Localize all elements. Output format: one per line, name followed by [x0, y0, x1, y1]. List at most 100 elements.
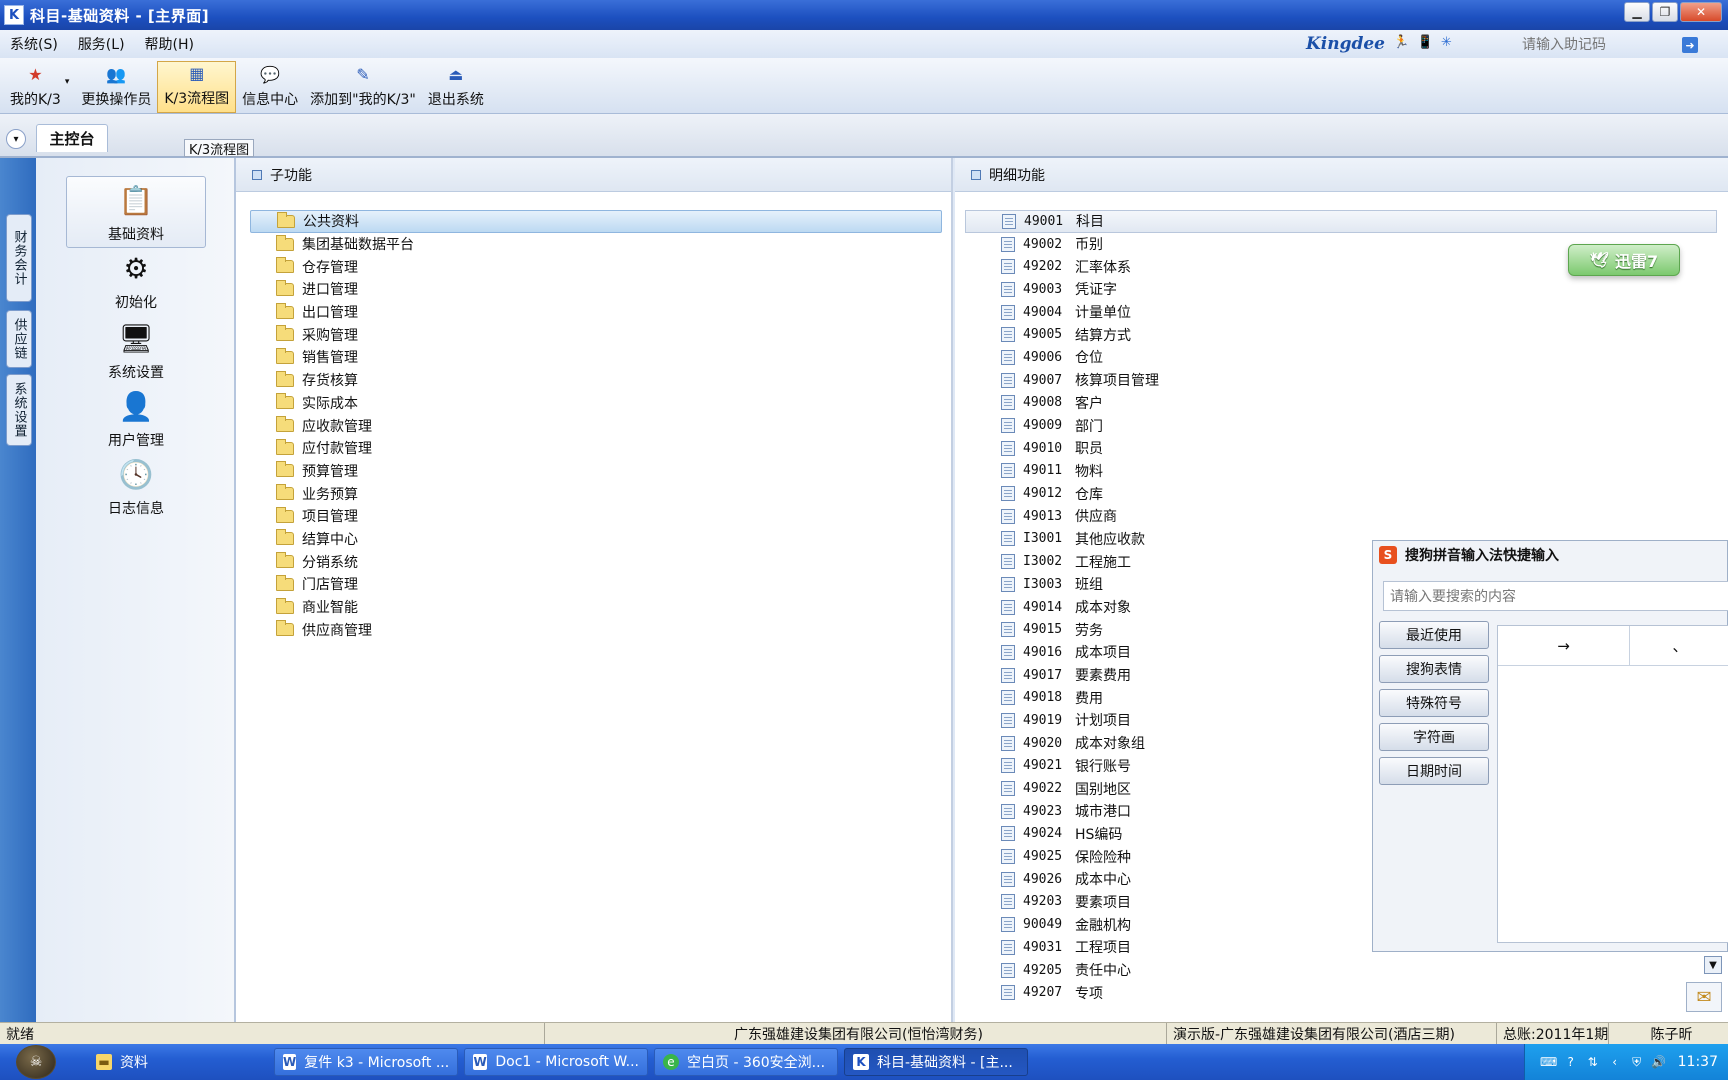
taskbar-item-word-copy[interactable]: W 复件 k3 - Microsoft ... — [274, 1048, 458, 1076]
symbol-cell[interactable]: 、 — [1630, 626, 1728, 666]
shield-icon[interactable]: ⛨ — [1630, 1055, 1644, 1069]
switch-operator-button[interactable]: 👥 更换操作员 — [75, 61, 157, 113]
mail-icon[interactable]: ✉ — [1686, 982, 1722, 1012]
sub-function-item[interactable]: 分销系统 — [250, 550, 942, 573]
sub-function-item[interactable]: 采购管理 — [250, 323, 942, 346]
k3-flowchart-button[interactable]: ▦ K/3流程图 — [157, 61, 237, 113]
menu-system[interactable]: 系统(S) — [0, 34, 68, 54]
detail-function-item[interactable]: 49007 核算项目管理 — [965, 369, 1717, 392]
detail-function-item[interactable]: 49013 供应商 — [965, 505, 1717, 528]
k3-app-icon[interactable]: K — [4, 5, 24, 25]
detail-function-item[interactable]: 49205 责任中心 — [965, 959, 1717, 982]
module-user-management[interactable]: 👤 用户管理 — [66, 386, 206, 450]
dropdown-arrow-icon[interactable]: ▾ — [65, 77, 70, 87]
detail-function-name: 部门 — [1075, 418, 1103, 435]
sogou-search-input[interactable]: 请输入要搜索的内容 — [1383, 581, 1728, 611]
detail-function-item[interactable]: 49207 专项 — [965, 981, 1717, 1004]
document-icon — [1001, 826, 1015, 842]
add-to-my-k3-button[interactable]: ✎ 添加到"我的K/3" — [304, 61, 422, 113]
detail-function-name: 成本对象组 — [1075, 736, 1145, 753]
taskbar-item-folder[interactable]: ▬ 资料 — [88, 1048, 268, 1076]
minimize-button[interactable]: ▁ — [1624, 2, 1650, 22]
go-arrow-icon[interactable]: ➜ — [1682, 37, 1698, 53]
sub-function-item[interactable]: 实际成本 — [250, 392, 942, 415]
tab-list-dropdown-icon[interactable]: ▾ — [6, 129, 26, 149]
menu-help[interactable]: 帮助(H) — [135, 34, 204, 54]
detail-function-item[interactable]: 49012 仓库 — [965, 482, 1717, 505]
sub-function-label: 应收款管理 — [302, 418, 372, 435]
sogou-recent-button[interactable]: 最近使用 — [1379, 621, 1489, 649]
chevron-left-icon[interactable]: ‹ — [1608, 1055, 1622, 1069]
sub-function-item[interactable]: 供应商管理 — [250, 618, 942, 641]
symbol-cell[interactable]: → — [1498, 626, 1630, 666]
exit-system-button[interactable]: ⏏ 退出系统 — [422, 61, 490, 113]
network-icon[interactable]: ⇅ — [1586, 1055, 1600, 1069]
volume-icon[interactable]: 🔊 — [1651, 1055, 1666, 1069]
sub-function-item[interactable]: 商业智能 — [250, 596, 942, 619]
taskbar-item-word-doc1[interactable]: W Doc1 - Microsoft W... — [464, 1048, 648, 1076]
sub-function-item[interactable]: 公共资料 — [250, 210, 942, 233]
document-icon — [1001, 463, 1015, 479]
detail-function-item[interactable]: 49008 客户 — [965, 392, 1717, 415]
sogou-char-art-button[interactable]: 字符画 — [1379, 723, 1489, 751]
sub-function-item[interactable]: 业务预算 — [250, 482, 942, 505]
sub-function-item[interactable]: 销售管理 — [250, 346, 942, 369]
module-log-info[interactable]: 🕓 日志信息 — [66, 454, 206, 518]
sub-function-item[interactable]: 出口管理 — [250, 301, 942, 324]
keyboard-icon[interactable]: ⌨ — [1540, 1055, 1557, 1069]
detail-function-item[interactable]: 49006 仓位 — [965, 346, 1717, 369]
scroll-down-arrow-icon[interactable]: ▼ — [1704, 956, 1722, 974]
add-to-my-k3-label: 添加到"我的K/3" — [310, 92, 416, 108]
folder-icon: ▬ — [96, 1054, 112, 1070]
detail-function-name: 工程施工 — [1075, 554, 1131, 571]
vtab-finance[interactable]: 财务会计 — [6, 214, 32, 302]
detail-function-name: 核算项目管理 — [1075, 373, 1159, 390]
sogou-special-symbol-button[interactable]: 特殊符号 — [1379, 689, 1489, 717]
detail-function-item[interactable]: 49009 部门 — [965, 414, 1717, 437]
word-icon: W — [473, 1054, 488, 1070]
help-icon[interactable]: ? — [1564, 1055, 1578, 1069]
sub-function-item[interactable]: 项目管理 — [250, 505, 942, 528]
tab-main-console[interactable]: 主控台 — [36, 124, 108, 152]
start-button[interactable]: ☠ — [0, 1044, 72, 1080]
vtab-system-settings[interactable]: 系统设置 — [6, 374, 32, 446]
detail-function-item[interactable]: 49001 科目 — [965, 210, 1717, 233]
sub-function-item[interactable]: 预算管理 — [250, 460, 942, 483]
mnemonic-input[interactable] — [1522, 35, 1682, 55]
detail-function-code: 49008 — [1023, 395, 1063, 411]
sub-function-item[interactable]: 仓存管理 — [250, 255, 942, 278]
taskbar-item-360-browser[interactable]: e 空白页 - 360安全浏... — [654, 1048, 838, 1076]
module-basic-data[interactable]: 📋 基础资料 — [66, 176, 206, 248]
close-button[interactable]: ✕ — [1680, 2, 1722, 22]
person-icon[interactable]: 🏃 — [1393, 35, 1409, 53]
sub-function-item[interactable]: 应付款管理 — [250, 437, 942, 460]
menu-service[interactable]: 服务(L) — [68, 34, 135, 54]
vtab-supply-chain[interactable]: 供应链 — [6, 310, 32, 368]
sub-function-item[interactable]: 应收款管理 — [250, 414, 942, 437]
my-k3-button[interactable]: ★ 我的K/3 ▾ — [4, 61, 75, 113]
module-system-settings[interactable]: 🖥 系统设置 — [66, 318, 206, 382]
taskbar-item-k3[interactable]: K 科目-基础资料 - [主... — [844, 1048, 1028, 1076]
module-initialize[interactable]: ⚙ 初始化 — [66, 248, 206, 312]
phone-icon[interactable]: 📱 — [1417, 35, 1433, 53]
sogou-datetime-button[interactable]: 日期时间 — [1379, 757, 1489, 785]
sub-function-item[interactable]: 存货核算 — [250, 369, 942, 392]
sub-function-item[interactable]: 结算中心 — [250, 528, 942, 551]
folder-icon — [276, 438, 294, 455]
sub-function-item[interactable]: 门店管理 — [250, 573, 942, 596]
detail-function-item[interactable]: 49011 物料 — [965, 460, 1717, 483]
sogou-emoticon-button[interactable]: 搜狗表情 — [1379, 655, 1489, 683]
sogou-header: S 搜狗拼音输入法快捷输入 — [1373, 541, 1727, 569]
xunlei-float-badge[interactable]: 🕊 迅雷7 — [1568, 244, 1680, 276]
folder-icon — [276, 620, 294, 637]
detail-function-item[interactable]: 49003 凭证字 — [965, 278, 1717, 301]
pinwheel-icon[interactable]: ✳ — [1441, 35, 1457, 53]
sub-function-item[interactable]: 集团基础数据平台 — [250, 233, 942, 256]
detail-function-item[interactable]: 49010 职员 — [965, 437, 1717, 460]
message-center-button[interactable]: 💬 信息中心 — [236, 61, 304, 113]
sub-function-item[interactable]: 进口管理 — [250, 278, 942, 301]
sub-function-label: 公共资料 — [303, 214, 359, 231]
maximize-button[interactable]: ❐ — [1652, 2, 1678, 22]
detail-function-item[interactable]: 49004 计量单位 — [965, 301, 1717, 324]
detail-function-item[interactable]: 49005 结算方式 — [965, 323, 1717, 346]
